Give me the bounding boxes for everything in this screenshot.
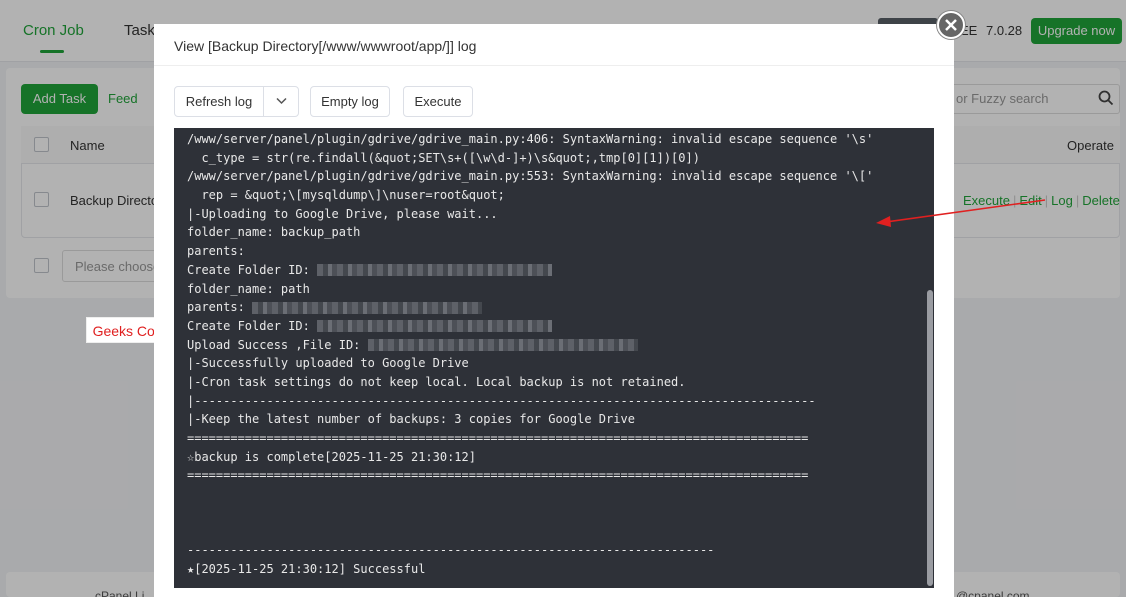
redacted-id [252,301,483,314]
close-dialog-button[interactable] [937,11,965,39]
log-line: Create Folder ID: [187,261,873,280]
log-line-text: /www/server/panel/plugin/gdrive/gdrive_m… [187,132,874,146]
log-line-text: |-Uploading to Google Drive, please wait… [187,206,498,221]
log-line-text: parents: [187,244,245,259]
log-dialog: View [Backup Directory[/www/wwwroot/app/… [154,24,954,597]
log-line-text: |-Keep the latest number of backups: 3 c… [187,412,635,427]
log-line: Create Folder ID: [187,317,873,336]
execute-button[interactable]: Execute [403,86,473,117]
refresh-options-button[interactable] [264,87,299,116]
log-line: |-Uploading to Google Drive, please wait… [187,205,873,224]
log-line: ========================================… [187,429,873,448]
log-line-text: ========================================… [187,431,809,445]
log-line-text: ----------------------------------------… [187,543,715,558]
log-line-text: Create Folder ID: [187,262,318,277]
log-line: /www/server/panel/plugin/gdrive/gdrive_m… [187,130,873,149]
log-line: /www/server/panel/plugin/gdrive/gdrive_m… [187,167,873,186]
log-line: parents: [187,298,873,317]
log-line-text: ========================================… [187,468,809,483]
refresh-log-button[interactable]: Refresh log [175,87,263,116]
log-line: |-Keep the latest number of backups: 3 c… [187,410,873,429]
log-line-text: /www/server/panel/plugin/gdrive/gdrive_m… [187,169,874,184]
log-line: ----------------------------------------… [187,541,873,560]
log-line-text: |-Successfully uploaded to Google Drive [187,356,469,371]
log-line-text: parents: [187,300,253,315]
redacted-id [317,264,553,277]
log-line: Upload Success ,File ID: [187,336,873,355]
log-lines: /www/server/panel/plugin/gdrive/gdrive_m… [187,130,873,588]
log-line: ----------------------------------------… [187,579,873,589]
log-line: |-Cron task settings do not keep local. … [187,373,873,392]
log-line: rep = &quot;\[mysqldump\]\nuser=root&quo… [187,186,873,205]
log-line-text: rep = &quot;\[mysqldump\]\nuser=root&quo… [187,188,505,203]
log-line-text: |---------------------------------------… [187,393,816,408]
redacted-id [317,320,553,333]
redacted-id [367,339,638,352]
empty-log-button[interactable]: Empty log [310,86,390,117]
chevron-down-icon [276,97,287,105]
log-line-text: ★[2025-11-25 21:30:12] Successful [187,561,426,576]
log-scrollbar[interactable] [927,290,933,586]
log-line: c_type = str(re.findall(&quot;SET\s+([\w… [187,149,873,168]
log-line: ========================================… [187,466,873,485]
log-line-text: Create Folder ID: [187,318,318,333]
close-icon [945,19,957,31]
log-output[interactable]: /www/server/panel/plugin/gdrive/gdrive_m… [174,128,934,588]
log-line: ☆backup is complete[2025-11-25 21:30:12] [187,448,873,467]
refresh-log-button-group: Refresh log [174,86,299,117]
log-line: ★[2025-11-25 21:30:12] Successful [187,560,873,579]
dialog-header: View [Backup Directory[/www/wwwroot/app/… [154,24,954,66]
log-line-text: Upload Success ,File ID: [187,337,368,352]
log-line-text: |-Cron task settings do not keep local. … [187,374,686,389]
log-line-text: folder_name: path [187,281,310,296]
log-line: parents: [187,242,873,261]
log-line: folder_name: backup_path [187,223,873,242]
log-line: |---------------------------------------… [187,392,873,411]
log-line-text: c_type = str(re.findall(&quot;SET\s+([\w… [187,150,700,165]
log-line-text: ----------------------------------------… [187,580,715,589]
log-line-text: ☆backup is complete[2025-11-25 21:30:12] [187,449,476,464]
log-line: |-Successfully uploaded to Google Drive [187,354,873,373]
dialog-title: View [Backup Directory[/www/wwwroot/app/… [174,38,477,54]
log-line: folder_name: path [187,280,873,299]
log-line-text: folder_name: backup_path [187,225,361,240]
